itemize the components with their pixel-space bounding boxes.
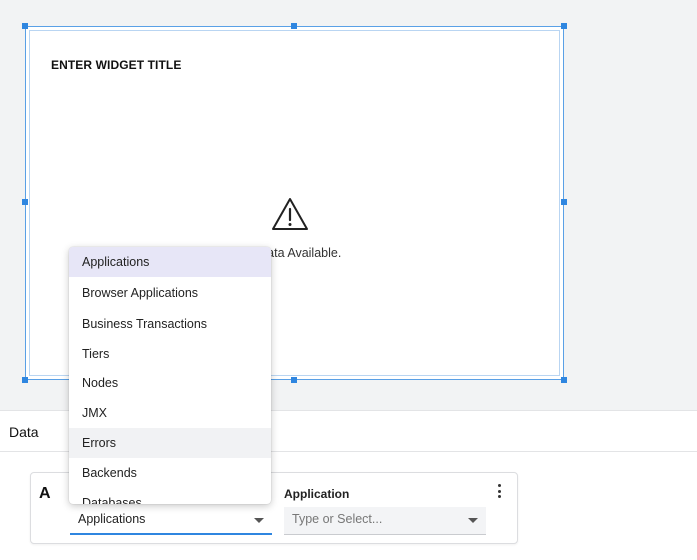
dropdown-item-jmx[interactable]: JMX <box>69 398 271 428</box>
resize-handle-top-left[interactable] <box>22 23 28 29</box>
dropdown-item-business-transactions[interactable]: Business Transactions <box>69 309 271 339</box>
application-select[interactable]: Type or Select... <box>284 507 486 535</box>
data-section-title: Data <box>9 424 39 440</box>
more-options-icon[interactable] <box>494 484 504 504</box>
source-type-value: Applications <box>78 512 146 526</box>
resize-handle-bottom[interactable] <box>291 377 297 383</box>
widget-title[interactable]: ENTER WIDGET TITLE <box>51 58 181 72</box>
dropdown-item-tiers[interactable]: Tiers <box>69 339 271 369</box>
dropdown-item-nodes[interactable]: Nodes <box>69 368 271 398</box>
dropdown-item-errors[interactable]: Errors <box>69 428 271 458</box>
resize-handle-bottom-left[interactable] <box>22 377 28 383</box>
chevron-down-icon <box>468 518 478 523</box>
dropdown-item-browser-applications[interactable]: Browser Applications <box>69 278 271 308</box>
application-placeholder: Type or Select... <box>292 512 383 526</box>
query-letter: A <box>39 485 51 502</box>
source-type-select[interactable]: Applications <box>70 507 272 535</box>
warning-triangle-icon <box>272 198 308 230</box>
dropdown-item-databases[interactable]: Databases <box>69 488 271 504</box>
resize-handle-right[interactable] <box>561 199 567 205</box>
application-field-label: Application <box>284 487 350 501</box>
resize-handle-bottom-right[interactable] <box>561 377 567 383</box>
resize-handle-top-right[interactable] <box>561 23 567 29</box>
resize-handle-left[interactable] <box>22 199 28 205</box>
dropdown-item-backends[interactable]: Backends <box>69 458 271 488</box>
dropdown-item-applications[interactable]: Applications <box>69 247 271 277</box>
source-type-dropdown-menu: Applications Browser Applications Busine… <box>69 247 271 504</box>
chevron-down-icon <box>254 518 264 523</box>
resize-handle-top[interactable] <box>291 23 297 29</box>
